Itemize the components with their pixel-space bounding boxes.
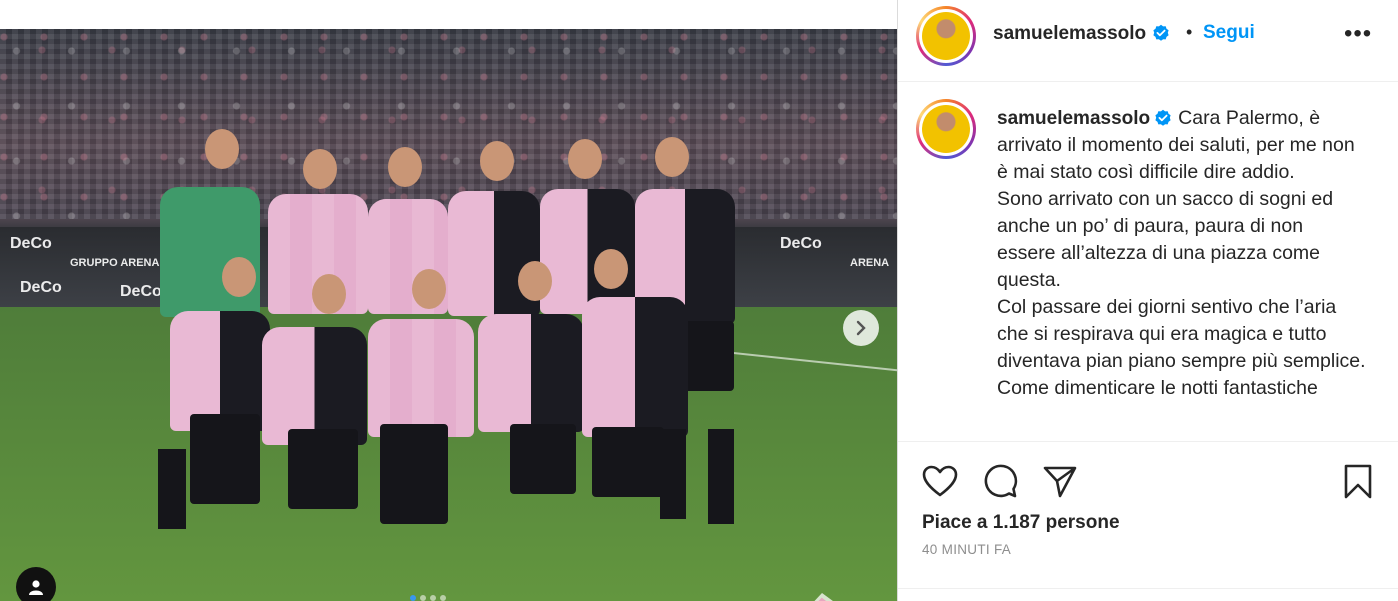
player <box>582 297 688 437</box>
header-username[interactable]: samuelemassolo <box>993 23 1170 45</box>
player-head <box>518 261 552 301</box>
avatar[interactable] <box>916 6 976 66</box>
player-sock <box>158 449 186 529</box>
ad-text: DeCo <box>20 279 62 296</box>
follow-button[interactable]: Segui <box>1203 22 1255 44</box>
username-text[interactable]: samuelemassolo <box>993 23 1146 44</box>
carousel-dot <box>420 595 426 601</box>
ad-text: GRUPPO ARENA <box>70 257 160 269</box>
comment-icon <box>984 464 1018 498</box>
player-head <box>480 141 514 181</box>
heart-icon <box>922 465 958 497</box>
player-head <box>655 137 689 177</box>
post-sidebar: samuelemassolo • Segui ••• samuelemassol… <box>897 0 1398 601</box>
player-head <box>568 139 602 179</box>
palermo-logo-watermark <box>788 585 856 601</box>
goalkeeper <box>160 187 260 317</box>
separator-dot: • <box>1186 22 1193 42</box>
ad-text: DeCo <box>120 283 162 300</box>
player-shorts <box>380 424 448 524</box>
caption-text-line: Col passare dei giorni sentivo che l’ari… <box>997 296 1366 372</box>
user-tag-button[interactable] <box>16 567 56 601</box>
post-caption: samuelemassolo Cara Palermo, è arrivato i… <box>997 105 1367 402</box>
player-head <box>388 147 422 187</box>
caption-username[interactable]: samuelemassolo <box>997 108 1150 129</box>
save-button[interactable] <box>1338 462 1378 502</box>
chevron-right-icon <box>856 320 866 336</box>
post-media: DeCo GRUPPO ARENA DeCo DeCo DeCo ARENA <box>0 0 897 601</box>
player-head <box>222 257 256 297</box>
user-tag-icon <box>29 580 43 595</box>
verified-badge-icon <box>1155 109 1171 126</box>
player-shorts <box>592 427 664 497</box>
player-head <box>412 269 446 309</box>
carousel-dot <box>440 595 446 601</box>
avatar-image <box>922 105 970 153</box>
avatar-image <box>922 12 970 60</box>
player-head <box>312 274 346 314</box>
more-options-button[interactable]: ••• <box>1344 20 1372 48</box>
carousel-next-button[interactable] <box>843 310 879 346</box>
player <box>478 314 584 432</box>
player <box>540 189 635 314</box>
player <box>170 311 270 431</box>
player-head <box>594 249 628 289</box>
caption-text-line: Sono arrivato con un sacco di sogni ed a… <box>997 188 1334 291</box>
ad-text: DeCo <box>10 235 52 252</box>
comment-input-divider <box>898 588 1398 601</box>
post-header: samuelemassolo • Segui ••• <box>898 0 1398 82</box>
comment-button[interactable] <box>980 462 1020 502</box>
caption-text-line: Come dimenticare le notti fantastiche <box>997 377 1318 399</box>
share-button[interactable] <box>1040 462 1080 502</box>
player-head <box>205 129 239 169</box>
carousel-dot <box>430 595 436 601</box>
post-actions: Piace a 1.187 persone 40 MINUTI FA <box>898 441 1398 601</box>
ad-text: ARENA <box>850 257 890 269</box>
caption-avatar[interactable] <box>916 99 976 159</box>
send-icon <box>1043 466 1077 498</box>
verified-badge-icon <box>1153 24 1169 41</box>
player-shorts <box>510 424 576 494</box>
like-button[interactable] <box>920 462 960 502</box>
player-sock <box>660 429 686 519</box>
team-photo[interactable]: DeCo GRUPPO ARENA DeCo DeCo DeCo ARENA <box>0 29 897 601</box>
player <box>368 319 474 437</box>
stadium-crowd <box>0 29 897 219</box>
ad-text: DeCo <box>780 235 822 252</box>
player-head <box>303 149 337 189</box>
player <box>262 327 367 445</box>
bookmark-icon <box>1344 464 1372 499</box>
player-sock <box>708 429 734 524</box>
likes-count[interactable]: Piace a 1.187 persone <box>922 512 1120 534</box>
post-timestamp[interactable]: 40 MINUTI FA <box>922 542 1011 557</box>
carousel-dot <box>410 595 416 601</box>
carousel-indicators <box>410 595 446 601</box>
instagram-post-view: DeCo GRUPPO ARENA DeCo DeCo DeCo ARENA s… <box>0 0 1398 601</box>
player-shorts <box>190 414 260 504</box>
player-shorts <box>288 429 358 509</box>
comments-area[interactable]: samuelemassolo Cara Palermo, è arrivato i… <box>898 83 1398 441</box>
media-top-spacer <box>0 0 897 29</box>
